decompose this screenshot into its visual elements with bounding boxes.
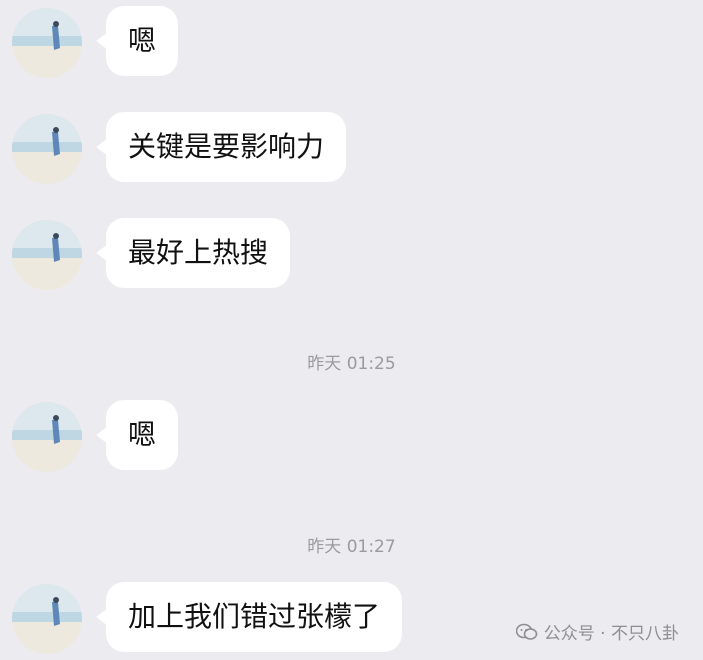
avatar[interactable] (12, 584, 82, 654)
message-bubble[interactable]: 加上我们错过张檬了 (95, 582, 403, 652)
message-bubble[interactable]: 嗯 (95, 6, 179, 76)
avatar-image (12, 584, 82, 654)
avatar-image (12, 220, 82, 290)
avatar[interactable] (12, 8, 82, 78)
timestamp: 昨天 01:25 (307, 354, 396, 374)
wechat-official-account-icon (515, 623, 538, 641)
avatar[interactable] (12, 114, 82, 184)
avatar-image (12, 8, 82, 78)
chat-area: 嗯 关键是要影响力 最好上热搜 昨天 01:25 嗯 昨天 01:27 加上我们… (0, 0, 703, 660)
watermark: 公众号 · 不只八卦 (515, 619, 679, 644)
message-bubble[interactable]: 嗯 (95, 400, 179, 470)
message-bubble[interactable]: 关键是要影响力 (95, 112, 347, 182)
avatar-image (12, 402, 82, 472)
avatar[interactable] (12, 402, 82, 472)
timestamp: 昨天 01:27 (307, 537, 396, 557)
avatar-image (12, 114, 82, 184)
avatar[interactable] (12, 220, 82, 290)
message-bubble[interactable]: 最好上热搜 (95, 218, 291, 288)
watermark-text: 公众号 · 不只八卦 (543, 624, 679, 644)
